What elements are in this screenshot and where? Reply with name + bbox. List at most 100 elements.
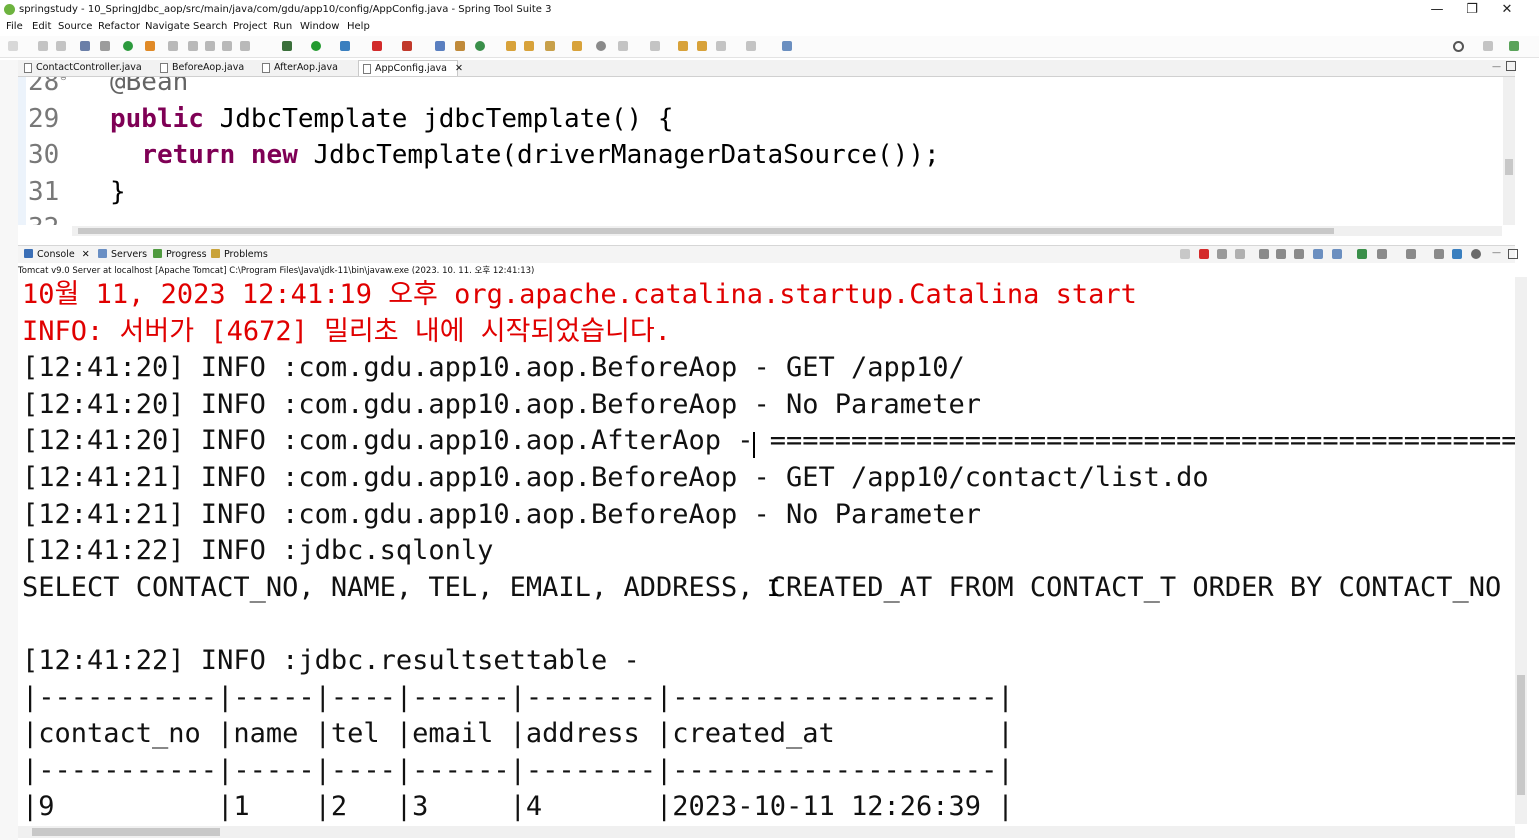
- editor-scroll-thumb[interactable]: [1505, 159, 1513, 175]
- search-icon[interactable]: [1453, 41, 1464, 52]
- menu-project[interactable]: Project: [233, 21, 267, 32]
- debug-icon[interactable]: [282, 41, 292, 51]
- tool-icon-2[interactable]: [188, 41, 198, 51]
- forward-icon[interactable]: [746, 41, 756, 51]
- console-hscroll-thumb[interactable]: [32, 828, 220, 836]
- menu-file[interactable]: File: [6, 21, 23, 32]
- display-console-icon[interactable]: [1377, 249, 1387, 259]
- gear-icon[interactable]: [1471, 249, 1481, 259]
- code-line: 32: [28, 213, 110, 225]
- tab-contactcontroller[interactable]: ContactController.java: [20, 60, 154, 76]
- tab-progress[interactable]: Progress: [153, 246, 207, 263]
- restore-button[interactable]: ❐: [1452, 1, 1492, 19]
- remove-terminated-icon[interactable]: [1235, 249, 1245, 259]
- link-icon[interactable]: [1452, 249, 1462, 259]
- clear-console-icon[interactable]: [1259, 249, 1269, 259]
- console-icon: [24, 249, 33, 258]
- menu-window[interactable]: Window: [300, 21, 339, 32]
- console-line: 10월 11, 2023 12:41:19 오후 org.apache.cata…: [22, 279, 1137, 310]
- print-icon[interactable]: [80, 41, 90, 51]
- fold-marker-icon[interactable]: ⊖: [60, 77, 67, 82]
- tab-beforeaop[interactable]: BeforeAop.java: [156, 60, 254, 76]
- menu-run[interactable]: Run: [273, 21, 292, 32]
- console-vertical-scrollbar[interactable]: [1515, 277, 1527, 824]
- tab-appconfig[interactable]: AppConfig.java ✕: [358, 60, 463, 76]
- terminate-icon[interactable]: [1199, 249, 1209, 259]
- last-edit-icon[interactable]: [678, 41, 688, 51]
- editor-tab-bar: ContactController.java BeforeAop.java Af…: [18, 60, 1516, 77]
- servers-icon: [98, 249, 107, 258]
- menu-refactor[interactable]: Refactor: [98, 21, 140, 32]
- new-class-icon[interactable]: [475, 41, 485, 51]
- remove-launch-icon[interactable]: [1180, 249, 1190, 259]
- remove-all-icon[interactable]: [1217, 249, 1227, 259]
- coverage-icon[interactable]: [340, 41, 350, 51]
- tab-close-icon[interactable]: ✕: [455, 63, 463, 74]
- menu-search[interactable]: Search: [193, 21, 227, 32]
- code-token: JdbcTemplate jdbcTemplate() {: [203, 104, 674, 134]
- open-folder-icon[interactable]: [572, 41, 582, 51]
- minimize-button[interactable]: —: [1417, 1, 1457, 19]
- maximize-editor-icon[interactable]: [1506, 61, 1516, 71]
- tab-servers[interactable]: Servers: [98, 246, 147, 263]
- menu-navigate[interactable]: Navigate: [145, 21, 190, 32]
- maximize-console-icon[interactable]: [1508, 249, 1518, 259]
- tab-console[interactable]: Console ✕: [24, 246, 90, 263]
- pin-console-icon[interactable]: [1357, 249, 1367, 259]
- open-type-icon[interactable]: [506, 41, 516, 51]
- tool-icon-4[interactable]: [222, 41, 232, 51]
- globe-icon[interactable]: [596, 41, 606, 51]
- menu-help[interactable]: Help: [347, 21, 370, 32]
- tab-problems[interactable]: Problems: [211, 246, 268, 263]
- tool-icon-3[interactable]: [205, 41, 215, 51]
- editor-horizontal-scrollbar[interactable]: [72, 226, 1502, 236]
- start-server-icon[interactable]: [123, 41, 133, 51]
- problems-icon: [211, 249, 220, 258]
- open-perspective-icon[interactable]: [1483, 41, 1493, 51]
- show-stdout-icon[interactable]: [1313, 249, 1323, 259]
- menu-edit[interactable]: Edit: [32, 21, 51, 32]
- minimize-editor-icon[interactable]: —: [1492, 62, 1501, 72]
- new-icon[interactable]: [8, 41, 18, 51]
- open-task-icon[interactable]: [524, 41, 534, 51]
- save-icon[interactable]: [38, 41, 48, 51]
- back-edit-icon[interactable]: [697, 41, 707, 51]
- console-line: [12:41:22] INFO :jdbc.resultsettable -: [22, 645, 640, 676]
- skip-breakpoints-icon[interactable]: [100, 41, 110, 51]
- tab-label: Problems: [224, 249, 268, 260]
- tool-icon[interactable]: [168, 41, 178, 51]
- left-trim: [0, 60, 18, 840]
- tab-afteraop[interactable]: AfterAop.java: [258, 60, 356, 76]
- annotation-icon[interactable]: [618, 41, 628, 51]
- external-tools-icon[interactable]: [402, 41, 412, 51]
- tab-label: Console: [37, 249, 75, 260]
- save-all-icon[interactable]: [56, 41, 66, 51]
- editor-hscroll-thumb[interactable]: [78, 228, 1334, 234]
- menu-source[interactable]: Source: [58, 21, 92, 32]
- console-horizontal-scrollbar[interactable]: [18, 826, 1515, 838]
- open-console-icon[interactable]: [1406, 249, 1416, 259]
- search-tool-icon[interactable]: [545, 41, 555, 51]
- close-window-button[interactable]: ✕: [1487, 1, 1527, 19]
- pin-editor-icon[interactable]: [782, 41, 792, 51]
- code-editor[interactable]: 28 @Bean ⊖ 29 public JdbcTemplate jdbcTempla…: [18, 77, 1503, 225]
- show-stderr-icon[interactable]: [1332, 249, 1342, 259]
- new-package-icon[interactable]: [455, 41, 465, 51]
- console-settings-icon[interactable]: [1434, 249, 1444, 259]
- spring-perspective-icon[interactable]: [1509, 41, 1519, 51]
- back-icon[interactable]: [716, 41, 726, 51]
- minimize-console-icon[interactable]: —: [1492, 248, 1501, 258]
- word-wrap-icon[interactable]: [1294, 249, 1304, 259]
- next-annotation-icon[interactable]: [650, 41, 660, 51]
- run-icon[interactable]: [311, 41, 321, 51]
- scroll-lock-icon[interactable]: [1276, 249, 1286, 259]
- tool-icon-5[interactable]: [240, 41, 250, 51]
- console-output[interactable]: 10월 11, 2023 12:41:19 오후 org.apache.cata…: [18, 277, 1515, 824]
- console-tab-bar: Console ✕ Servers Progress Problems: [18, 245, 1515, 263]
- console-scroll-thumb[interactable]: [1517, 675, 1525, 795]
- editor-vertical-scrollbar[interactable]: [1503, 77, 1515, 225]
- tab-close-icon[interactable]: ✕: [82, 249, 90, 260]
- new-java-project-icon[interactable]: [435, 41, 445, 51]
- refresh-icon[interactable]: [145, 41, 155, 51]
- stop-icon[interactable]: [372, 41, 382, 51]
